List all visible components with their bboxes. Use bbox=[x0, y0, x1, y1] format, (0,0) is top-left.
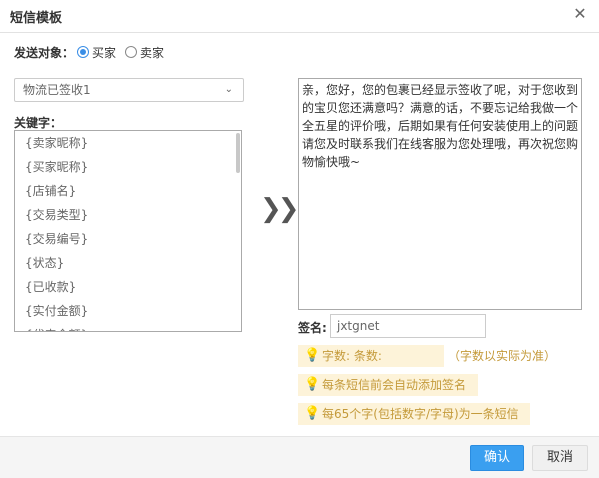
close-icon[interactable]: ✕ bbox=[573, 6, 587, 22]
radio-seller-label[interactable]: 卖家 bbox=[140, 44, 164, 61]
radio-buyer[interactable] bbox=[77, 46, 90, 58]
keyword-item[interactable]: {买家昵称} bbox=[15, 155, 241, 179]
tip-per-sms-text: 每65个字(包括数字/字母)为一条短信 bbox=[322, 407, 519, 421]
template-select-value: 物流已签收1 bbox=[23, 83, 91, 97]
keywords-label: 关键字： bbox=[14, 116, 63, 130]
tip-count-note: （字数以实际为准） bbox=[448, 349, 557, 363]
lightbulb-icon: 💡 bbox=[304, 406, 321, 421]
lightbulb-icon: 💡 bbox=[304, 348, 321, 363]
radio-seller[interactable] bbox=[125, 46, 138, 58]
keyword-item[interactable]: {状态} bbox=[15, 251, 241, 275]
keyword-item[interactable]: {已收款} bbox=[15, 275, 241, 299]
keyword-item[interactable]: {代表金额} bbox=[15, 323, 241, 331]
keyword-item[interactable]: {实付金额} bbox=[15, 299, 241, 323]
template-select[interactable]: 物流已签收1 ⌄ bbox=[14, 78, 244, 102]
tip-count: 💡 字数: 条数: bbox=[298, 345, 444, 367]
chevron-down-icon: ⌄ bbox=[224, 84, 233, 95]
dialog-title-bar: 短信模板 ✕ bbox=[0, 0, 599, 33]
send-target-label: 发送对象： bbox=[14, 45, 75, 60]
tip-per-sms: 💡 每65个字(包括数字/字母)为一条短信 bbox=[298, 403, 530, 425]
confirm-button[interactable]: 确认 bbox=[470, 445, 524, 471]
cancel-button[interactable]: 取消 bbox=[532, 445, 588, 471]
signature-input[interactable]: jxtgnet bbox=[330, 314, 486, 338]
keyword-item[interactable]: {交易类型} bbox=[15, 203, 241, 227]
tip-auto-sign: 💡 每条短信前会自动添加签名 bbox=[298, 374, 478, 396]
keyword-item[interactable]: {店铺名} bbox=[15, 179, 241, 203]
keywords-scrollbar[interactable] bbox=[236, 133, 240, 173]
tip-auto-sign-text: 每条短信前会自动添加签名 bbox=[322, 378, 467, 392]
tip-count-text: 字数: 条数: bbox=[322, 349, 382, 363]
signature-label: 签名: bbox=[298, 321, 327, 335]
lightbulb-icon: 💡 bbox=[304, 377, 321, 392]
send-target-row: 发送对象： 买家 卖家 bbox=[14, 44, 170, 60]
insert-arrow-icon: ❯❯ bbox=[260, 194, 300, 224]
keywords-list[interactable]: {卖家昵称} {买家昵称} {店铺名} {交易类型} {交易编号} {状态} {… bbox=[14, 130, 242, 332]
keyword-item[interactable]: {交易编号} bbox=[15, 227, 241, 251]
dialog-footer: 确认 取消 bbox=[0, 436, 599, 478]
keyword-item[interactable]: {卖家昵称} bbox=[15, 131, 241, 155]
radio-buyer-label[interactable]: 买家 bbox=[92, 44, 116, 61]
sms-template-dialog: 短信模板 ✕ 发送对象： 买家 卖家 物流已签收1 ⌄ 关键字： {卖家昵称} … bbox=[0, 0, 599, 478]
dialog-title: 短信模板 bbox=[10, 11, 63, 26]
message-textarea[interactable]: 亲，您好，您的包裹已经显示签收了呢，对于您收到的宝贝您还满意吗？满意的话，不要忘… bbox=[298, 78, 582, 310]
